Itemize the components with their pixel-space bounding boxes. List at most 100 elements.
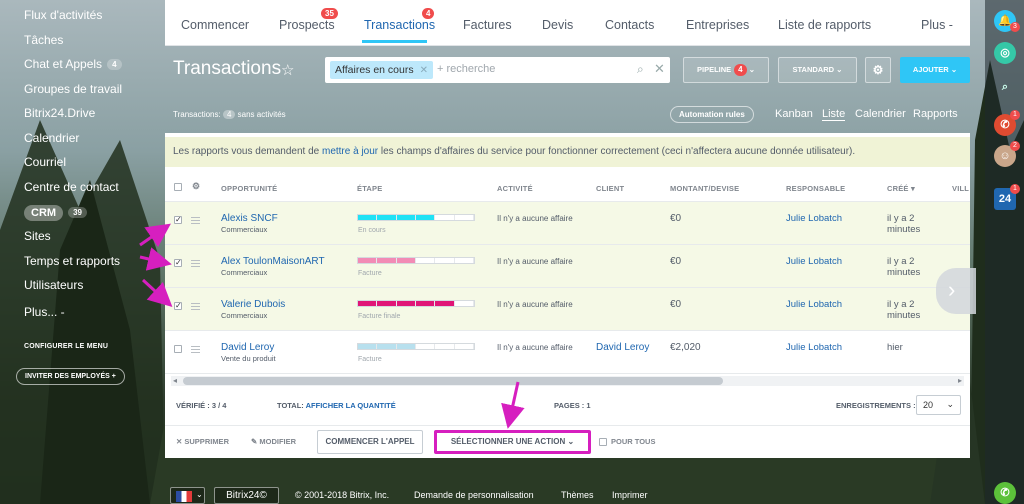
stage-segment[interactable] [377,258,397,263]
responsible-link[interactable]: Julie Lobatch [786,256,842,267]
deal-name-link[interactable]: David Leroy [221,342,274,353]
select-all-checkbox[interactable] [174,183,182,191]
row-checkbox[interactable]: ✓ [174,302,182,310]
left-menu-item[interactable]: Tâches [24,33,63,47]
stage-progress-bar[interactable] [357,214,475,221]
left-menu-item[interactable]: Temps et rapports [24,254,120,268]
sort-desc-icon[interactable]: ▾ [911,184,915,193]
favorite-star-icon[interactable]: ☆ [281,61,294,79]
stage-segment[interactable] [358,301,378,306]
configure-menu-link[interactable]: CONFIGURER LE MENU [24,343,108,350]
responsible-link[interactable]: Julie Lobatch [786,213,842,224]
stage-segment[interactable] [377,301,397,306]
stage-segment[interactable] [396,215,416,220]
start-call-button[interactable]: COMMENCER L'APPEL [317,430,423,454]
search-icon[interactable]: ⌕ [637,62,644,77]
language-selector[interactable]: ⌄ [170,487,205,504]
stage-segment[interactable] [396,301,416,306]
col-client[interactable]: CLIENT [596,184,624,193]
filter-tag[interactable]: Affaires en cours ✕ [330,61,433,79]
left-menu-item[interactable]: Courriel [24,155,66,169]
scroll-right-icon[interactable]: ▸ [958,376,962,385]
left-menu-item[interactable]: Calendrier [24,131,79,145]
stage-progress-bar[interactable] [357,257,475,264]
deal-name-link[interactable]: Alex ToulonMaisonART [221,256,325,267]
table-row[interactable]: David Leroy Vente du produit Facture Il n'y… [165,331,970,374]
stage-segment[interactable] [358,344,378,349]
row-checkbox[interactable]: ✓ [174,216,182,224]
left-menu-item[interactable]: Utilisateurs [24,278,83,292]
stage-segment[interactable] [396,344,416,349]
stage-segment[interactable] [358,215,378,220]
stage-progress-bar[interactable] [357,300,475,307]
filter-search-box[interactable]: Affaires en cours ✕ + recherche ⌕ ✕ [325,57,670,83]
stage-segment[interactable] [454,258,474,263]
drag-handle-icon[interactable] [191,217,200,224]
scroll-next-arrow-icon[interactable]: › [936,268,976,314]
print-link[interactable]: Imprimer [612,490,648,500]
settings-gear-icon[interactable]: ⚙ [865,57,891,83]
search-placeholder[interactable]: + recherche [437,63,495,75]
col-ville[interactable]: VILL [952,184,969,193]
table-row[interactable]: ✓ Alex ToulonMaisonART Commerciaux Facture I… [165,245,970,288]
notice-update-link[interactable]: mettre à jour [322,146,378,157]
standard-button[interactable]: STANDARD ⌄ [778,57,857,83]
drag-handle-icon[interactable] [191,346,200,353]
show-quantity-link[interactable]: AFFICHER LA QUANTITÉ [306,401,396,410]
stage-progress-bar[interactable] [357,343,475,350]
scrollbar-thumb[interactable] [183,377,723,385]
deal-name-link[interactable]: Valerie Dubois [221,299,285,310]
stage-segment[interactable] [415,301,436,306]
themes-link[interactable]: Thèmes [561,490,594,500]
edit-action[interactable]: ✎ MODIFIER [251,437,296,446]
deal-name-link[interactable]: Alexis SNCF [221,213,278,224]
stage-segment[interactable] [435,344,455,349]
drag-handle-icon[interactable] [191,260,200,267]
call-icon[interactable]: ✆ [994,482,1016,504]
col-opportunite[interactable]: OPPORTUNITÉ [221,184,277,193]
horizontal-scrollbar[interactable]: ◂ ▸ [171,376,964,386]
row-checkbox[interactable]: ✓ [174,259,182,267]
nav-contacts[interactable]: Contacts [605,18,654,32]
for-all-checkbox[interactable] [599,438,607,446]
col-responsable[interactable]: RESPONSABLE [786,184,845,193]
records-per-page-select[interactable]: 20 ⌄ [916,395,961,415]
column-settings-gear-icon[interactable]: ⚙ [192,181,200,192]
view-liste[interactable]: Liste [822,108,846,121]
left-menu-item[interactable]: Chat et Appels 4 [24,57,122,71]
responsible-link[interactable]: Julie Lobatch [786,342,842,353]
stage-segment[interactable] [377,344,397,349]
automation-rules-button[interactable]: Automation rules [670,106,754,123]
nav-prospects[interactable]: Prospects [279,18,335,32]
stage-segment[interactable] [377,215,397,220]
stage-segment[interactable] [435,258,455,263]
left-menu-item[interactable]: Centre de contact [24,180,119,194]
stage-segment[interactable] [454,215,474,220]
left-menu-item[interactable]: Flux d'activités [24,8,102,22]
scroll-left-icon[interactable]: ◂ [173,376,177,385]
stage-segment[interactable] [396,258,416,263]
stage-segment[interactable] [415,344,436,349]
left-menu-item[interactable]: Groupes de travail [24,82,122,96]
stage-segment[interactable] [454,344,474,349]
view-kanban[interactable]: Kanban [775,108,813,120]
client-link[interactable]: David Leroy [596,342,649,353]
stage-segment[interactable] [435,215,455,220]
search-icon[interactable]: ⌕ [994,76,1016,98]
left-menu-item[interactable]: Plus... - [24,305,65,319]
nav-commencer[interactable]: Commencer [181,18,249,32]
drag-handle-icon[interactable] [191,303,200,310]
view-calendrier[interactable]: Calendrier [855,108,906,120]
left-menu-item[interactable]: Sites [24,229,51,243]
stage-segment[interactable] [415,258,436,263]
invite-employees-button[interactable]: INVITER DES EMPLOYÉS + [16,368,125,385]
col-activite[interactable]: ACTIVITÉ [497,184,533,193]
row-checkbox[interactable] [174,345,182,353]
nav-plus[interactable]: Plus - [921,18,953,32]
col-montant[interactable]: MONTANT/DEVISE [670,184,739,193]
nav-entreprises[interactable]: Entreprises [686,18,749,32]
filter-tag-remove-icon[interactable]: ✕ [420,65,428,76]
stage-segment[interactable] [415,215,436,220]
nav-factures[interactable]: Factures [463,18,512,32]
bitrix24-logo[interactable]: Bitrix24© [214,487,279,504]
